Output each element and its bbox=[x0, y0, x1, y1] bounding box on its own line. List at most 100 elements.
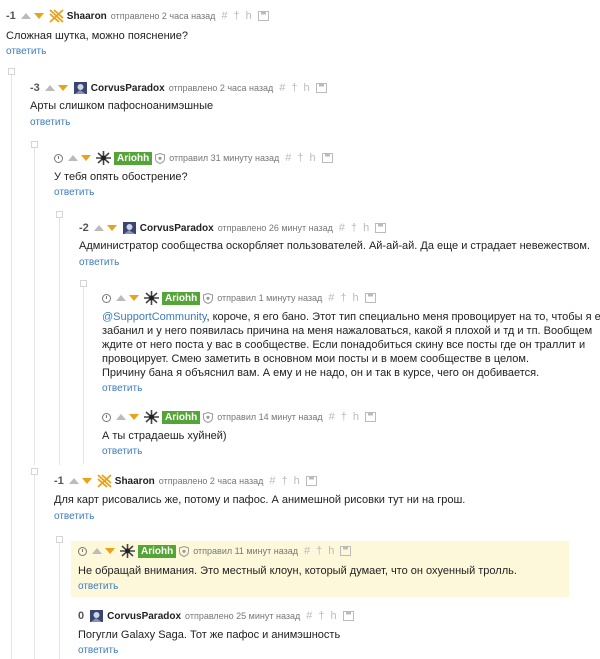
comment-author[interactable]: CorvusParadox bbox=[107, 611, 181, 622]
save-icon[interactable] bbox=[305, 476, 317, 486]
pin-icon[interactable]: † bbox=[282, 475, 288, 487]
hash-icon[interactable]: # bbox=[279, 82, 285, 94]
h-icon[interactable]: h bbox=[246, 10, 252, 22]
save-icon[interactable] bbox=[340, 546, 352, 556]
pin-icon[interactable]: † bbox=[341, 411, 347, 423]
avatar[interactable] bbox=[120, 544, 135, 558]
comment-text: Арты слишком пафосноанимэшные bbox=[30, 100, 214, 112]
collapse-toggle[interactable] bbox=[56, 536, 63, 543]
upvote-arrow-icon[interactable] bbox=[68, 478, 79, 484]
collapse-toggle[interactable] bbox=[31, 141, 38, 148]
reply-link[interactable]: ответить bbox=[78, 581, 118, 592]
reply-link[interactable]: ответить bbox=[79, 257, 119, 268]
hash-icon[interactable]: # bbox=[221, 10, 227, 22]
pin-icon[interactable]: † bbox=[234, 10, 240, 22]
reply-link[interactable]: ответить bbox=[102, 446, 142, 457]
pin-icon[interactable]: † bbox=[318, 610, 324, 622]
h-icon[interactable]: h bbox=[294, 475, 300, 487]
downvote-arrow-icon[interactable] bbox=[81, 155, 91, 161]
hash-icon[interactable]: # bbox=[328, 292, 334, 304]
comment-time[interactable]: отправлено 25 минут назад bbox=[185, 611, 300, 621]
h-icon[interactable]: h bbox=[328, 545, 334, 557]
comment-author[interactable]: CorvusParadox bbox=[140, 223, 214, 234]
hash-icon[interactable]: # bbox=[304, 545, 310, 557]
downvote-arrow-icon[interactable] bbox=[57, 85, 68, 91]
h-icon[interactable]: h bbox=[353, 292, 359, 304]
comment-author[interactable]: Ariohh bbox=[162, 291, 201, 305]
comment-author[interactable]: Ariohh bbox=[138, 544, 177, 558]
pin-icon[interactable]: † bbox=[340, 292, 346, 304]
h-icon[interactable]: h bbox=[310, 152, 316, 164]
comment-text: А ты страдаешь хуйней) bbox=[102, 430, 227, 442]
avatar[interactable] bbox=[144, 410, 159, 424]
save-icon[interactable] bbox=[315, 83, 327, 93]
reply-link[interactable]: ответить bbox=[6, 46, 46, 57]
collapse-toggle[interactable] bbox=[80, 280, 87, 287]
collapse-toggle[interactable] bbox=[56, 211, 63, 218]
hash-icon[interactable]: # bbox=[285, 152, 291, 164]
h-icon[interactable]: h bbox=[331, 610, 337, 622]
upvote-arrow-icon[interactable] bbox=[116, 414, 126, 420]
avatar[interactable] bbox=[96, 151, 111, 165]
comment-author[interactable]: Shaaron bbox=[115, 476, 155, 487]
upvote-arrow-icon[interactable] bbox=[20, 13, 31, 19]
comment-author[interactable]: Ariohh bbox=[162, 410, 201, 424]
comment-time[interactable]: отправлено 26 минут назад bbox=[218, 223, 333, 233]
upvote-arrow-icon[interactable] bbox=[92, 548, 102, 554]
save-icon[interactable] bbox=[321, 153, 333, 163]
avatar[interactable] bbox=[89, 609, 104, 623]
reply-link[interactable]: ответить bbox=[54, 187, 94, 198]
reply-link[interactable]: ответить bbox=[78, 645, 118, 656]
reply-link[interactable]: ответить bbox=[102, 383, 142, 394]
save-icon[interactable] bbox=[342, 611, 354, 621]
h-icon[interactable]: h bbox=[353, 411, 359, 423]
comment-time[interactable]: отправил 31 минуту назад bbox=[169, 153, 279, 163]
downvote-arrow-icon[interactable] bbox=[33, 13, 44, 19]
upvote-arrow-icon[interactable] bbox=[93, 225, 104, 231]
downvote-arrow-icon[interactable] bbox=[129, 414, 139, 420]
downvote-arrow-icon[interactable] bbox=[129, 295, 139, 301]
hash-icon[interactable]: # bbox=[269, 475, 275, 487]
comment-text-line: Причину бана я объяснил вам. А ему и не … bbox=[102, 367, 540, 379]
collapse-toggle[interactable] bbox=[8, 68, 15, 75]
avatar[interactable] bbox=[49, 9, 64, 23]
save-icon[interactable] bbox=[365, 412, 377, 422]
comment-time[interactable]: отправлено 2 часа назад bbox=[111, 11, 216, 21]
upvote-arrow-icon[interactable] bbox=[68, 155, 78, 161]
downvote-arrow-icon[interactable] bbox=[81, 478, 92, 484]
reply-link[interactable]: ответить bbox=[30, 117, 70, 128]
comment-author[interactable]: CorvusParadox bbox=[91, 83, 165, 94]
user-mention-link[interactable]: @SupportCommunity bbox=[102, 311, 207, 323]
downvote-arrow-icon[interactable] bbox=[105, 548, 115, 554]
save-icon[interactable] bbox=[375, 223, 387, 233]
reply-link[interactable]: ответить bbox=[54, 511, 94, 522]
comment-time[interactable]: отправил 1 минуту назад bbox=[217, 293, 322, 303]
upvote-arrow-icon[interactable] bbox=[116, 295, 126, 301]
comment-time[interactable]: отправил 14 минут назад bbox=[217, 412, 322, 422]
comment-time[interactable]: отправил 11 минут назад bbox=[193, 546, 298, 556]
comment-author[interactable]: Shaaron bbox=[67, 11, 107, 22]
comment-rating: -1 bbox=[6, 10, 16, 22]
comment-rating: -2 bbox=[79, 222, 89, 234]
pin-icon[interactable]: † bbox=[351, 222, 357, 234]
downvote-arrow-icon[interactable] bbox=[106, 225, 117, 231]
comment-time[interactable]: отправлено 2 часа назад bbox=[159, 476, 264, 486]
avatar[interactable] bbox=[122, 221, 137, 235]
h-icon[interactable]: h bbox=[304, 82, 310, 94]
pin-icon[interactable]: † bbox=[291, 82, 297, 94]
save-icon[interactable] bbox=[257, 11, 269, 21]
save-icon[interactable] bbox=[364, 293, 376, 303]
avatar[interactable] bbox=[73, 81, 88, 95]
avatar[interactable] bbox=[144, 291, 159, 305]
collapse-toggle[interactable] bbox=[31, 468, 38, 475]
hash-icon[interactable]: # bbox=[306, 610, 312, 622]
comment-time[interactable]: отправлено 2 часа назад bbox=[169, 83, 274, 93]
pin-icon[interactable]: † bbox=[297, 152, 303, 164]
h-icon[interactable]: h bbox=[363, 222, 369, 234]
comment-author[interactable]: Ariohh bbox=[114, 151, 153, 165]
pin-icon[interactable]: † bbox=[316, 545, 322, 557]
avatar[interactable] bbox=[97, 474, 112, 488]
hash-icon[interactable]: # bbox=[339, 222, 345, 234]
upvote-arrow-icon[interactable] bbox=[44, 85, 55, 91]
hash-icon[interactable]: # bbox=[329, 411, 335, 423]
